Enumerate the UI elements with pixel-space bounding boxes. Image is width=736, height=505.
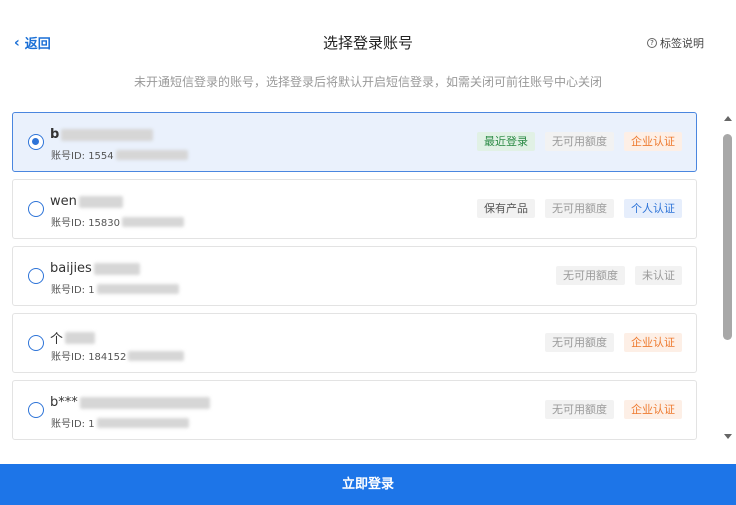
account-id: 账号ID: 1 xyxy=(51,419,95,430)
tag-not-certified: 未认证 xyxy=(635,266,682,285)
radio-selected[interactable] xyxy=(28,134,44,150)
account-id: 账号ID: 15830 xyxy=(51,218,121,229)
radio-unselected[interactable] xyxy=(28,335,44,351)
blurred-name xyxy=(61,128,154,141)
account-name: b*** xyxy=(50,395,78,410)
account-card[interactable]: baijies 账号ID: 1 无可用额度 未认证 xyxy=(12,246,697,306)
question-icon: ? xyxy=(647,38,657,48)
tag-no-quota: 无可用额度 xyxy=(545,333,614,352)
blurred-id xyxy=(96,417,189,428)
account-card[interactable]: wen 账号ID: 15830 保有产品 无可用额度 个人认证 xyxy=(12,179,697,239)
tag-no-quota: 无可用额度 xyxy=(556,266,625,285)
account-name: 个 xyxy=(50,332,64,347)
blurred-id xyxy=(122,216,185,227)
account-card[interactable]: 个 账号ID: 184152 无可用额度 企业认证 xyxy=(12,313,697,373)
tag-no-quota: 无可用额度 xyxy=(545,400,614,419)
tag-no-quota: 无可用额度 xyxy=(545,199,614,218)
radio-unselected[interactable] xyxy=(28,201,44,217)
tag-enterprise-cert: 企业认证 xyxy=(624,400,682,419)
blurred-id xyxy=(128,350,185,361)
blurred-id xyxy=(115,149,188,160)
account-card[interactable]: b*** 账号ID: 1 无可用额度 企业认证 xyxy=(12,380,697,440)
account-id: 账号ID: 1 xyxy=(51,285,95,296)
tag-recent-login: 最近登录 xyxy=(477,132,535,151)
tag-help-label: 标签说明 xyxy=(660,37,704,50)
tag-personal-cert: 个人认证 xyxy=(624,199,682,218)
account-id: 账号ID: 184152 xyxy=(51,352,127,363)
blurred-name xyxy=(79,396,210,409)
radio-unselected[interactable] xyxy=(28,268,44,284)
account-id: 账号ID: 1554 xyxy=(51,151,114,162)
header: ‹ 返回 选择登录账号 ? 标签说明 未开通短信登录的账号，选择登录后将默认开启… xyxy=(0,0,736,89)
subtitle: 未开通短信登录的账号，选择登录后将默认开启短信登录，如需关闭可前往账号中心关闭 xyxy=(133,75,602,89)
login-now-button[interactable]: 立即登录 xyxy=(0,464,736,505)
account-card[interactable]: b 账号ID: 1554 最近登录 无可用额度 企业认证 xyxy=(12,112,697,172)
tag-enterprise-cert: 企业认证 xyxy=(624,333,682,352)
page-title: 选择登录账号 xyxy=(322,34,413,52)
tag-enterprise-cert: 企业认证 xyxy=(624,132,682,151)
blurred-name xyxy=(93,262,140,275)
blurred-name xyxy=(65,331,96,344)
blurred-id xyxy=(96,283,179,294)
scroll-up-arrow[interactable] xyxy=(724,116,732,121)
tag-no-quota: 无可用额度 xyxy=(545,132,614,151)
account-name: wen xyxy=(50,194,77,209)
radio-unselected[interactable] xyxy=(28,402,44,418)
account-name: baijies xyxy=(50,261,92,276)
scrollbar-thumb[interactable] xyxy=(723,134,732,340)
blurred-name xyxy=(78,195,123,208)
account-name: b xyxy=(50,127,60,142)
tag-help-link[interactable]: ? 标签说明 xyxy=(647,35,704,51)
tag-owned-product: 保有产品 xyxy=(477,199,535,218)
scroll-down-arrow[interactable] xyxy=(724,434,732,439)
